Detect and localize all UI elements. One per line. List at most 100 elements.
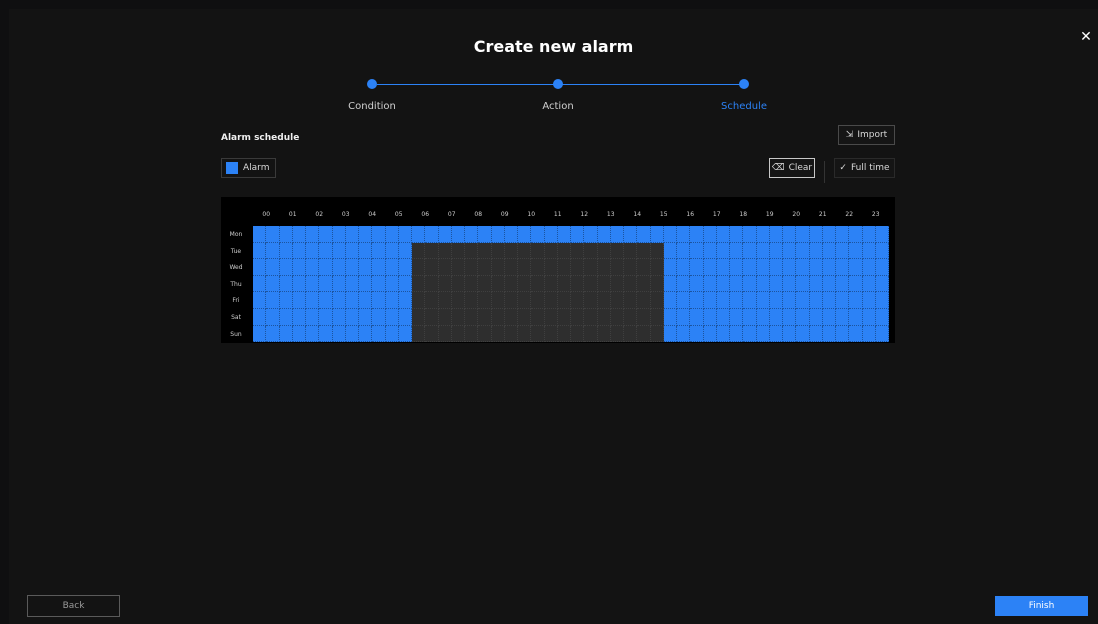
schedule-cell[interactable]	[769, 226, 783, 243]
schedule-cell[interactable]	[637, 226, 651, 243]
schedule-cell[interactable]	[518, 275, 532, 293]
schedule-cell[interactable]	[359, 292, 373, 309]
schedule-cell[interactable]	[822, 292, 836, 309]
schedule-cell[interactable]	[491, 309, 505, 326]
schedule-cell[interactable]	[478, 309, 492, 326]
schedule-cell[interactable]	[836, 292, 850, 309]
schedule-cell[interactable]	[663, 292, 677, 309]
schedule-cell[interactable]	[345, 259, 359, 276]
schedule-cell[interactable]	[624, 259, 638, 276]
schedule-cell[interactable]	[796, 309, 810, 326]
schedule-cell[interactable]	[690, 325, 704, 343]
schedule-cell[interactable]	[610, 325, 624, 343]
schedule-cell[interactable]	[716, 309, 730, 326]
schedule-cell[interactable]	[571, 275, 585, 293]
schedule-cell[interactable]	[292, 259, 306, 276]
schedule-cell[interactable]	[716, 242, 730, 260]
schedule-cell[interactable]	[438, 309, 452, 326]
schedule-cell[interactable]	[306, 309, 320, 326]
schedule-cell[interactable]	[438, 242, 452, 260]
schedule-cell[interactable]	[504, 259, 518, 276]
schedule-cell[interactable]	[743, 309, 757, 326]
schedule-cell[interactable]	[597, 309, 611, 326]
alarm-legend[interactable]: Alarm	[221, 158, 276, 178]
schedule-cell[interactable]	[425, 226, 439, 243]
schedule-cell[interactable]	[412, 226, 426, 243]
schedule-cell[interactable]	[743, 325, 757, 343]
schedule-cell[interactable]	[849, 259, 863, 276]
schedule-cell[interactable]	[875, 325, 889, 343]
schedule-cell[interactable]	[518, 292, 532, 309]
schedule-cell[interactable]	[571, 325, 585, 343]
schedule-cell[interactable]	[809, 226, 823, 243]
schedule-cell[interactable]	[663, 226, 677, 243]
schedule-cell[interactable]	[504, 325, 518, 343]
schedule-cell[interactable]	[478, 226, 492, 243]
schedule-cell[interactable]	[518, 226, 532, 243]
step-label-action[interactable]: Action	[542, 101, 573, 112]
schedule-cell[interactable]	[584, 259, 598, 276]
schedule-cell[interactable]	[385, 292, 399, 309]
schedule-cell[interactable]	[332, 275, 346, 293]
schedule-cell[interactable]	[663, 242, 677, 260]
schedule-cell[interactable]	[478, 275, 492, 293]
schedule-cell[interactable]	[345, 292, 359, 309]
schedule-cell[interactable]	[465, 275, 479, 293]
schedule-cell[interactable]	[332, 242, 346, 260]
schedule-cell[interactable]	[796, 275, 810, 293]
schedule-cell[interactable]	[875, 309, 889, 326]
schedule-cell[interactable]	[875, 259, 889, 276]
schedule-cell[interactable]	[412, 292, 426, 309]
schedule-cell[interactable]	[438, 325, 452, 343]
schedule-cell[interactable]	[677, 275, 691, 293]
schedule-cell[interactable]	[703, 242, 717, 260]
schedule-cell[interactable]	[836, 226, 850, 243]
schedule-cell[interactable]	[571, 309, 585, 326]
schedule-cell[interactable]	[677, 325, 691, 343]
schedule-cell[interactable]	[610, 259, 624, 276]
schedule-cell[interactable]	[438, 275, 452, 293]
schedule-cell[interactable]	[544, 309, 558, 326]
schedule-cell[interactable]	[571, 226, 585, 243]
schedule-cell[interactable]	[398, 275, 412, 293]
schedule-cell[interactable]	[557, 226, 571, 243]
schedule-cell[interactable]	[730, 292, 744, 309]
schedule-cell[interactable]	[345, 275, 359, 293]
schedule-cell[interactable]	[332, 259, 346, 276]
schedule-cell[interactable]	[531, 292, 545, 309]
schedule-cell[interactable]	[253, 325, 267, 343]
schedule-cell[interactable]	[597, 292, 611, 309]
schedule-cell[interactable]	[332, 226, 346, 243]
schedule-cell[interactable]	[359, 226, 373, 243]
schedule-cell[interactable]	[266, 309, 280, 326]
schedule-cell[interactable]	[465, 309, 479, 326]
schedule-cell[interactable]	[266, 242, 280, 260]
schedule-cell[interactable]	[597, 275, 611, 293]
schedule-cell[interactable]	[584, 226, 598, 243]
schedule-cell[interactable]	[783, 275, 797, 293]
schedule-cell[interactable]	[849, 325, 863, 343]
schedule-cell[interactable]	[663, 259, 677, 276]
schedule-cell[interactable]	[571, 292, 585, 309]
schedule-cell[interactable]	[478, 259, 492, 276]
schedule-cell[interactable]	[504, 242, 518, 260]
schedule-cell[interactable]	[875, 275, 889, 293]
schedule-cell[interactable]	[836, 259, 850, 276]
schedule-cell[interactable]	[862, 309, 876, 326]
schedule-cell[interactable]	[359, 325, 373, 343]
schedule-cell[interactable]	[756, 275, 770, 293]
schedule-cell[interactable]	[385, 226, 399, 243]
schedule-cell[interactable]	[557, 309, 571, 326]
schedule-cell[interactable]	[730, 226, 744, 243]
schedule-cell[interactable]	[398, 292, 412, 309]
schedule-cell[interactable]	[451, 226, 465, 243]
schedule-cell[interactable]	[478, 242, 492, 260]
schedule-cell[interactable]	[637, 309, 651, 326]
schedule-cell[interactable]	[703, 325, 717, 343]
schedule-cell[interactable]	[637, 275, 651, 293]
schedule-cell[interactable]	[385, 275, 399, 293]
schedule-cell[interactable]	[385, 259, 399, 276]
schedule-cell[interactable]	[345, 242, 359, 260]
schedule-cell[interactable]	[319, 275, 333, 293]
schedule-cell[interactable]	[306, 275, 320, 293]
